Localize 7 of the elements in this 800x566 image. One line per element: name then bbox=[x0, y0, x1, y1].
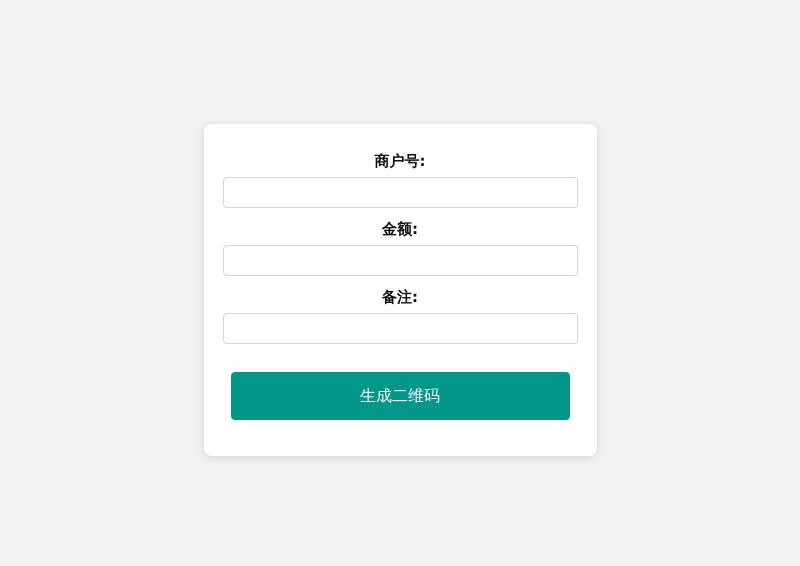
input-field[interactable] bbox=[222, 245, 578, 276]
generate-qr-button[interactable]: 生成二维码 bbox=[230, 372, 570, 420]
input-field[interactable] bbox=[222, 177, 578, 208]
field-label: 商户号: bbox=[374, 152, 426, 170]
field-label: 金额: bbox=[382, 220, 418, 238]
field-label: 备注: bbox=[382, 288, 418, 306]
input-field[interactable] bbox=[222, 313, 578, 344]
